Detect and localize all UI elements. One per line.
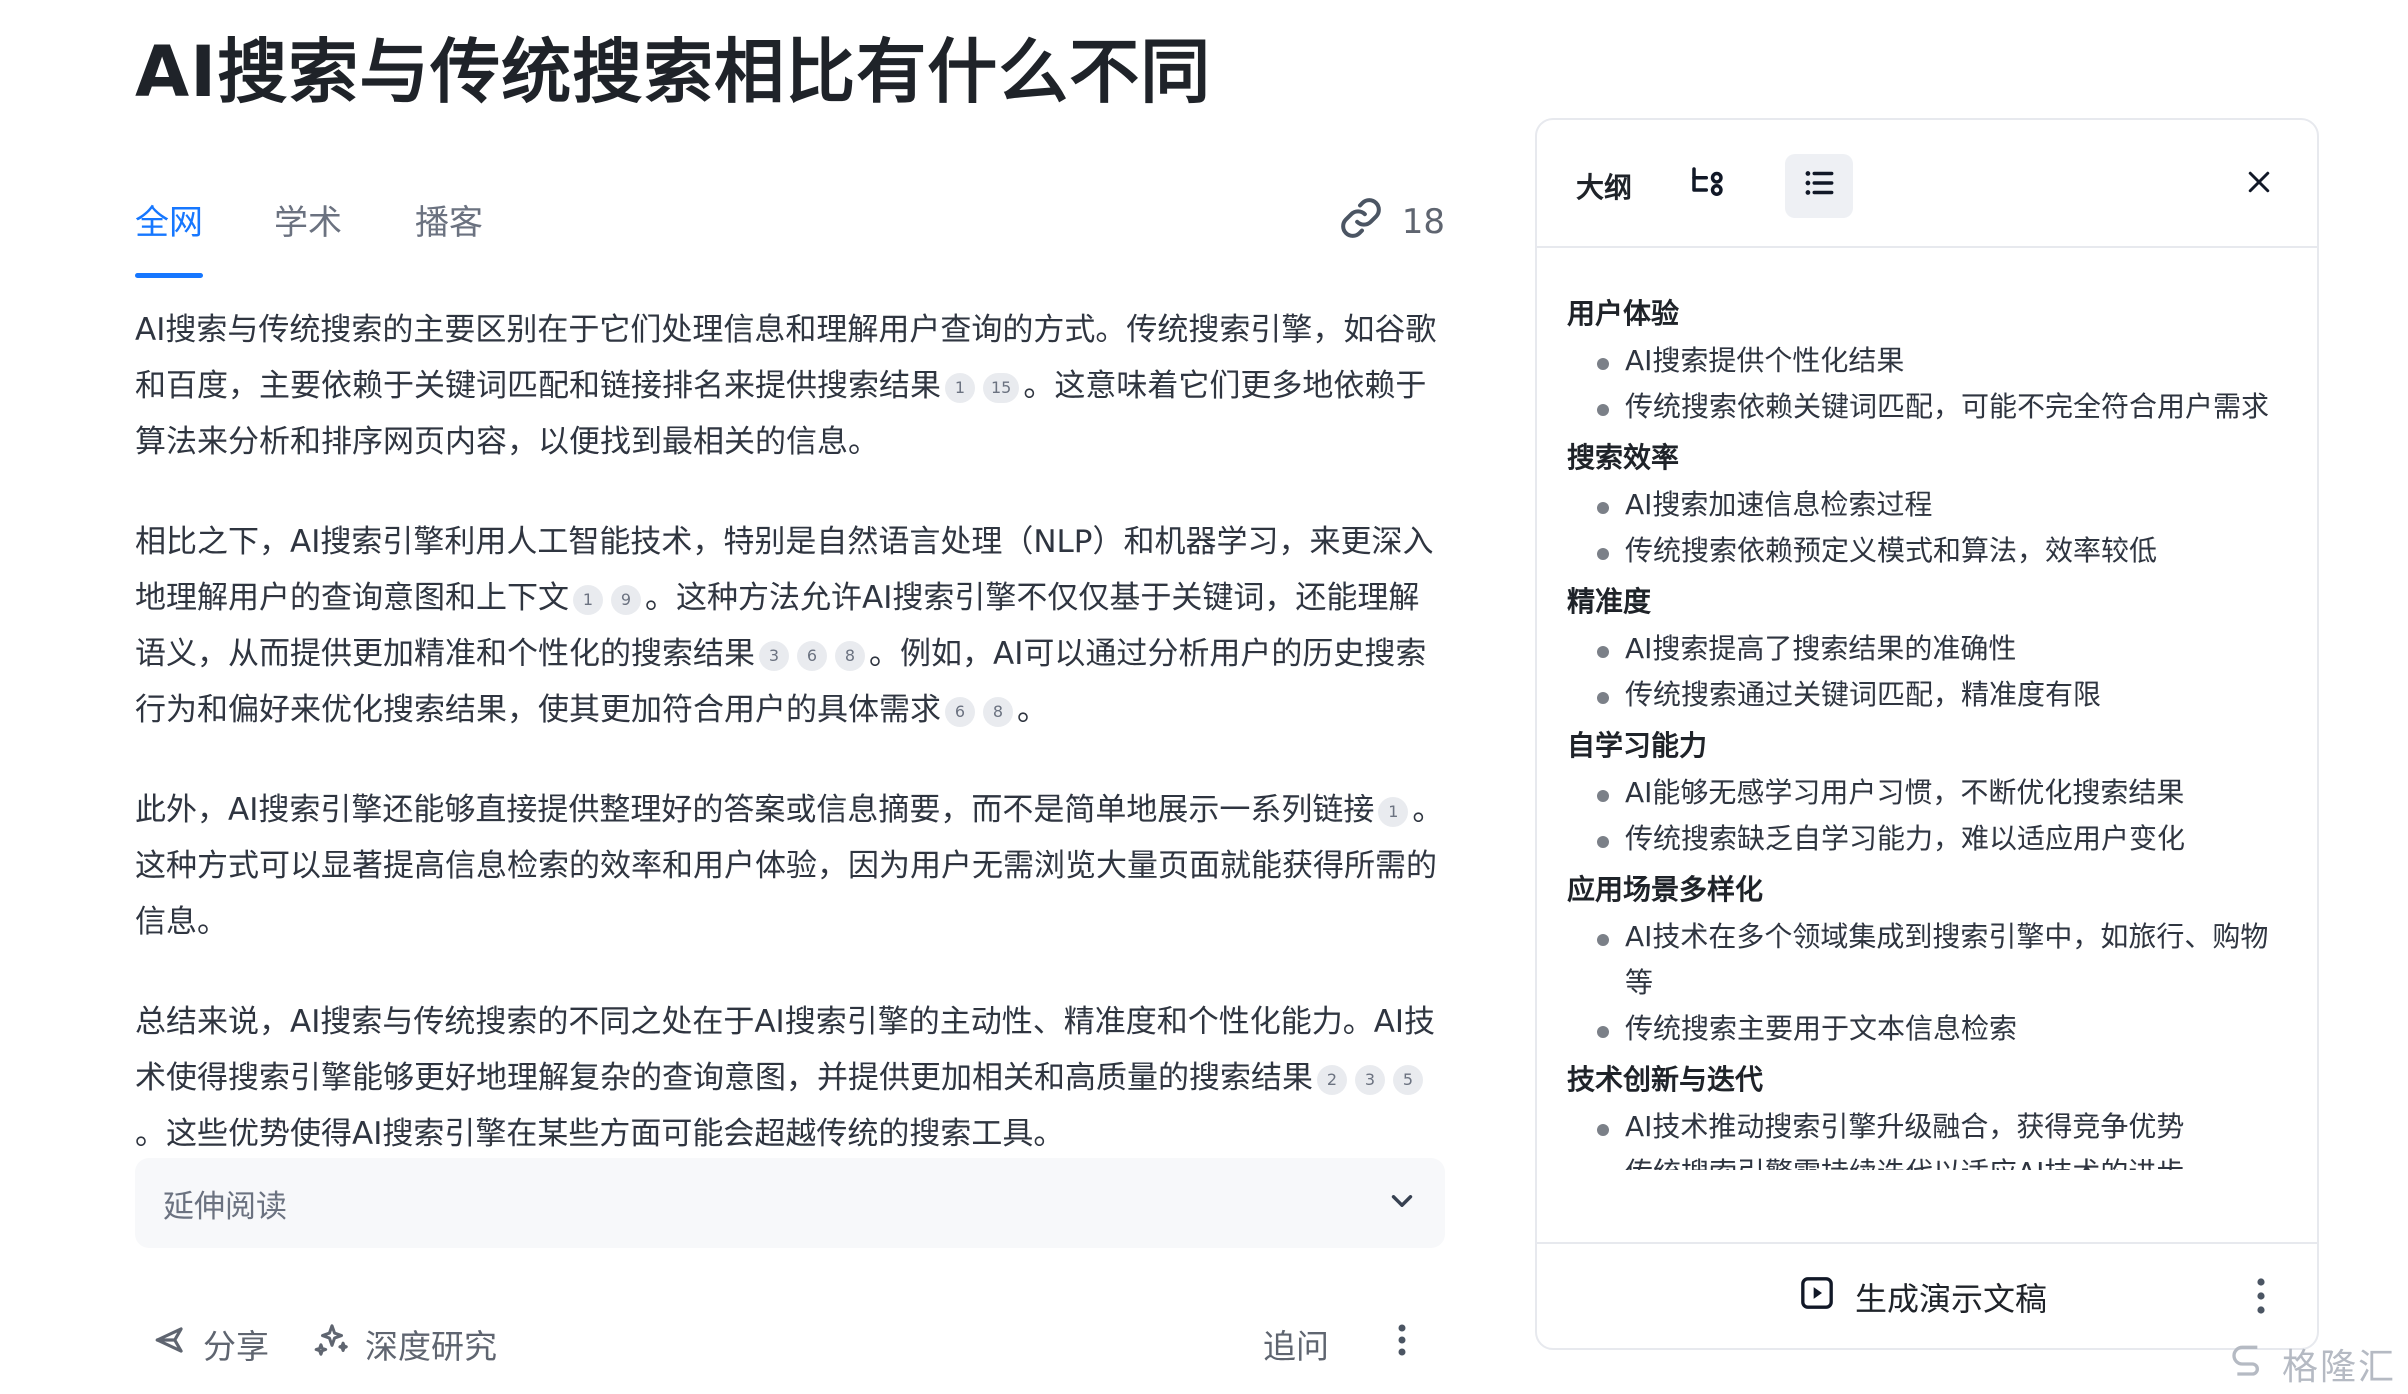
- answer-actions: 分享 深度研究 追问: [135, 1304, 1445, 1384]
- follow-up-button[interactable]: 追问: [1263, 1304, 1329, 1384]
- sparkle-icon: [313, 1321, 351, 1367]
- share-button[interactable]: 分享: [151, 1304, 269, 1384]
- outline-section-title: 应用场景多样化: [1567, 873, 1764, 906]
- outline-item: AI搜索提高了搜索结果的准确性: [1567, 626, 2291, 672]
- answer-paragraph-1: AI搜索与传统搜索的主要区别在于它们处理信息和理解用户查询的方式。传统搜索引擎，…: [135, 302, 1445, 470]
- share-label: 分享: [203, 1327, 269, 1366]
- paragraph-text: 。这些优势使得AI搜索引擎在某些方面可能会超越传统的搜索工具。: [135, 1116, 1065, 1152]
- outline-panel-header: 大纲: [1537, 120, 2317, 248]
- outline-item: AI能够无感学习用户习惯，不断优化搜索结果: [1567, 770, 2291, 816]
- paragraph-text: 此外，AI搜索引擎还能够直接提供整理好的答案或信息摘要，而不是简单地展示一系列链…: [135, 792, 1375, 828]
- tab-web[interactable]: 全网: [135, 168, 203, 278]
- citation-badge[interactable]: 9: [611, 585, 641, 615]
- outline-bullets: AI搜索加速信息检索过程 传统搜索依赖预定义模式和算法，效率较低: [1567, 482, 2291, 574]
- outline-item: AI搜索加速信息检索过程: [1567, 482, 2291, 528]
- outline-item: 传统搜索缺乏自学习能力，难以适应用户变化: [1567, 816, 2291, 862]
- outline-item: 传统搜索依赖预定义模式和算法，效率较低: [1567, 528, 2291, 574]
- outline-section-title: 精准度: [1567, 585, 1652, 618]
- presentation-icon: [1797, 1273, 1837, 1321]
- outline-item: AI搜索提供个性化结果: [1567, 338, 2291, 384]
- page: AI搜索与传统搜索相比有什么不同 全网 学术 播客 18 AI搜索与传统搜索的主…: [0, 0, 2408, 1394]
- outline-bullets: AI搜索提高了搜索结果的准确性 传统搜索通过关键词匹配，精准度有限: [1567, 626, 2291, 718]
- answer-paragraph-2: 相比之下，AI搜索引擎利用人工智能技术，特别是自然语言处理（NLP）和机器学习，…: [135, 514, 1445, 738]
- panel-more-button[interactable]: [2249, 1272, 2273, 1322]
- deep-research-label: 深度研究: [365, 1327, 497, 1366]
- answer-paragraph-3: 此外，AI搜索引擎还能够直接提供整理好的答案或信息摘要，而不是简单地展示一系列链…: [135, 782, 1445, 950]
- watermark-text: 格隆汇: [2281, 1347, 2396, 1388]
- outline-bullets: AI技术在多个领域集成到搜索引擎中，如旅行、购物等 传统搜索主要用于文本信息检索: [1567, 914, 2291, 1052]
- outline-bullets: AI能够无感学习用户习惯，不断优化搜索结果 传统搜索缺乏自学习能力，难以适应用户…: [1567, 770, 2291, 862]
- outline-section: 精准度 AI搜索提高了搜索结果的准确性 传统搜索通过关键词匹配，精准度有限: [1567, 578, 2291, 718]
- outline-bullets: AI技术推动搜索引擎升级融合，获得竞争优势 传统搜索引擎需持续迭代以适应AI技术…: [1567, 1104, 2291, 1170]
- outline-section: 搜索效率 AI搜索加速信息检索过程 传统搜索依赖预定义模式和算法，效率较低: [1567, 434, 2291, 574]
- outline-tab[interactable]: 大纲: [1565, 154, 1643, 218]
- page-title: AI搜索与传统搜索相比有什么不同: [135, 31, 1212, 113]
- watermark-logo: [2229, 1345, 2282, 1388]
- outline-item: AI技术推动搜索引擎升级融合，获得竞争优势: [1567, 1104, 2291, 1150]
- outline-item: 传统搜索主要用于文本信息检索: [1567, 1006, 2291, 1052]
- close-icon: [2244, 167, 2274, 201]
- outline-item: 传统搜索通过关键词匹配，精准度有限: [1567, 672, 2291, 718]
- outline-section-title: 技术创新与迭代: [1567, 1063, 1764, 1096]
- watermark: 格隆汇: [2229, 1338, 2396, 1390]
- citation-badge[interactable]: 3: [1355, 1065, 1385, 1095]
- citation-badge[interactable]: 6: [797, 641, 827, 671]
- sources-count: 18: [1401, 202, 1445, 242]
- citation-badge[interactable]: 8: [983, 697, 1013, 727]
- outline-section-title: 搜索效率: [1567, 441, 1680, 474]
- citation-badge[interactable]: 6: [945, 697, 975, 727]
- share-icon: [151, 1321, 189, 1367]
- outline-section: 用户体验 AI搜索提供个性化结果 传统搜索依赖关键词匹配，可能不完全符合用户需求: [1567, 290, 2291, 430]
- citation-badge[interactable]: 1: [573, 585, 603, 615]
- citation-badge[interactable]: 2: [1317, 1065, 1347, 1095]
- mindmap-icon: [1687, 162, 1729, 211]
- outline-section: 应用场景多样化 AI技术在多个领域集成到搜索引擎中，如旅行、购物等 传统搜索主要…: [1567, 866, 2291, 1052]
- more-options-button[interactable]: [1393, 1304, 1411, 1384]
- generate-presentation-label: 生成演示文稿: [1855, 1280, 2048, 1318]
- citation-badge[interactable]: 5: [1393, 1065, 1423, 1095]
- citation-badge[interactable]: 1: [945, 373, 975, 403]
- outline-item: 传统搜索依赖关键词匹配，可能不完全符合用户需求: [1567, 384, 2291, 430]
- citation-badge[interactable]: 3: [759, 641, 789, 671]
- outline-section: 自学习能力 AI能够无感学习用户习惯，不断优化搜索结果 传统搜索缺乏自学习能力，…: [1567, 722, 2291, 862]
- outline-section-title: 自学习能力: [1567, 729, 1708, 762]
- paragraph-text: 总结来说，AI搜索与传统搜索的不同之处在于AI搜索引擎的主动性、精准度和个性化能…: [135, 1004, 1436, 1096]
- more-vertical-icon: [1393, 1320, 1411, 1368]
- outline-section-title: 用户体验: [1567, 297, 1680, 330]
- tab-podcast[interactable]: 播客: [415, 168, 483, 278]
- search-tabs: 全网 学术 播客 18: [135, 168, 1445, 278]
- deep-research-button[interactable]: 深度研究: [313, 1304, 497, 1384]
- tab-academic[interactable]: 学术: [274, 168, 342, 278]
- outline-item: AI技术在多个领域集成到搜索引擎中，如旅行、购物等: [1567, 914, 2291, 1006]
- close-button[interactable]: [2237, 162, 2281, 206]
- sources-button[interactable]: 18: [1338, 196, 1445, 248]
- outline-list: 用户体验 AI搜索提供个性化结果 传统搜索依赖关键词匹配，可能不完全符合用户需求…: [1567, 290, 2291, 1170]
- outline-item: 传统搜索引擎需持续迭代以适应AI技术的进步: [1567, 1150, 2291, 1170]
- link-icon: [1338, 195, 1384, 250]
- list-tab[interactable]: [1785, 154, 1853, 218]
- outline-panel: 大纲 用户体验 AI搜索提供个性化结果 传统搜索依赖关键词匹配，可能不完全符合用…: [1535, 118, 2319, 1350]
- outline-panel-footer: 生成演示文稿: [1537, 1242, 2317, 1348]
- citation-badge[interactable]: 8: [835, 641, 865, 671]
- answer-paragraph-4: 总结来说，AI搜索与传统搜索的不同之处在于AI搜索引擎的主动性、精准度和个性化能…: [135, 994, 1445, 1162]
- outline-bullets: AI搜索提供个性化结果 传统搜索依赖关键词匹配，可能不完全符合用户需求: [1567, 338, 2291, 430]
- chevron-down-icon: [1385, 1184, 1419, 1222]
- paragraph-text: 。: [1017, 692, 1048, 728]
- mindmap-tab[interactable]: [1673, 154, 1743, 218]
- generate-presentation-button[interactable]: 生成演示文稿: [1797, 1268, 2047, 1326]
- outline-section: 技术创新与迭代 AI技术推动搜索引擎升级融合，获得竞争优势 传统搜索引擎需持续迭…: [1567, 1056, 2291, 1170]
- citation-badge[interactable]: 1: [1378, 797, 1409, 827]
- citation-badge[interactable]: 15: [983, 373, 1020, 403]
- follow-up-label: 追问: [1263, 1327, 1329, 1366]
- more-vertical-icon: [2249, 1278, 2273, 1326]
- answer-content: AI搜索与传统搜索的主要区别在于它们处理信息和理解用户查询的方式。传统搜索引擎，…: [135, 302, 1445, 1206]
- list-icon: [1800, 164, 1838, 209]
- extended-reading-toggle[interactable]: 延伸阅读: [135, 1158, 1445, 1248]
- main-content: AI搜索与传统搜索相比有什么不同 全网 学术 播客 18 AI搜索与传统搜索的主…: [135, 26, 1445, 1366]
- extended-reading-label: 延伸阅读: [163, 1188, 287, 1225]
